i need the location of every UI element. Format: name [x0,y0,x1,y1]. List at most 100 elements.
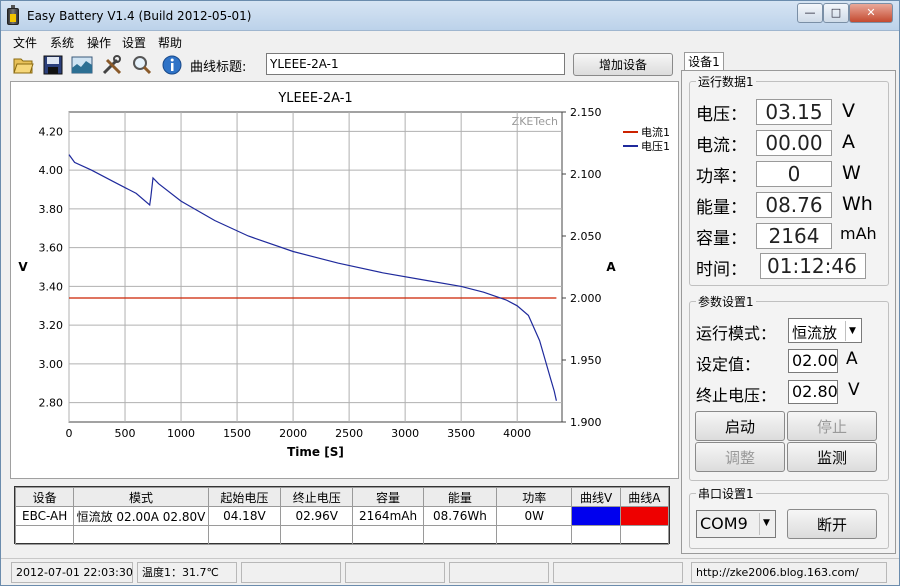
folder-open-icon[interactable] [12,54,34,76]
y2-axis-label: A [606,260,616,274]
x-tick-label: 0 [66,427,73,440]
cell-start-voltage: 04.18V [207,506,282,526]
status-empty-4 [553,562,683,583]
y2-tick-label: 2.150 [570,106,602,119]
energy-label: 能量： [696,198,747,218]
chart-icon[interactable] [71,54,93,76]
dropdown-arrow-icon: ▼ [845,321,859,341]
chart-area: YLEEE-2A-1 ZKETech 0 500 1000 1500 2000 2500 300… [10,81,679,479]
y-tick-label: 3.40 [39,280,64,293]
x-tick-label: 2500 [335,427,363,440]
col-curve-a: 曲线A [619,487,670,507]
adjust-button[interactable]: 调整 [695,442,785,472]
run-mode-label: 运行模式： [696,324,777,343]
tab-device-1[interactable]: 设备1 [684,52,724,71]
cell-device: EBC-AH [14,506,75,526]
col-energy: 能量 [422,487,498,507]
col-end-voltage: 终止电压 [280,487,354,507]
curve-v-color-swatch[interactable] [571,506,621,526]
add-device-button[interactable]: 增加设备 [573,53,673,76]
x-tick-label: 1000 [167,427,195,440]
col-mode: 模式 [73,487,209,507]
x-tick-label: 2000 [279,427,307,440]
app-window: Easy Battery V1.4 (Build 2012-05-01) — □… [0,0,900,586]
power-unit: W [842,162,861,184]
capacity-value: 2164 [756,223,832,249]
cell-energy: 08.76Wh [422,506,498,526]
y2-tick-label: 2.050 [570,230,602,243]
y-tick-label: 3.80 [39,203,64,216]
tools-icon[interactable] [101,54,123,76]
disconnect-button[interactable]: 断开 [787,509,877,539]
x-tick-label: 4000 [503,427,531,440]
plot-area [68,111,563,423]
y-tick-label: 4.20 [39,125,64,138]
title-bar: Easy Battery V1.4 (Build 2012-05-01) — □… [1,1,899,31]
run-mode-value: 恒流放 [792,324,838,342]
cell-power: 0W [496,506,573,526]
set-value-unit: A [846,349,858,369]
table-row[interactable]: EBC-AH 恒流放 02.00A 02.80V 04.18V 02.96V 2… [14,506,670,526]
com-port-value: COM9 [700,514,748,533]
current-value: 00.00 [756,130,832,156]
voltage-current-chart: YLEEE-2A-1 ZKETech 0 500 1000 1500 2000 2500 300… [18,91,670,459]
monitor-button[interactable]: 监测 [787,442,877,472]
serial-settings-group: 串口设置1 COM9 ▼ 断开 [689,485,889,549]
set-value-input[interactable]: 02.00 [788,349,838,373]
dropdown-arrow-icon: ▼ [759,513,773,535]
window-title: Easy Battery V1.4 (Build 2012-05-01) [27,9,252,23]
save-icon[interactable] [42,54,64,76]
param-settings-title: 参数设置1 [696,293,756,310]
menu-settings[interactable]: 设置 [122,34,146,51]
capacity-label: 容量： [696,229,747,249]
x-tick-label: 3500 [447,427,475,440]
minimize-button[interactable]: — [797,3,823,23]
stop-voltage-input[interactable]: 02.80 [788,380,838,404]
capacity-unit: mAh [840,224,877,243]
power-value: 0 [756,161,832,187]
time-value: 01:12:46 [760,253,866,279]
start-button[interactable]: 启动 [695,411,785,441]
menu-file[interactable]: 文件 [13,34,37,51]
voltage-unit: V [842,100,855,122]
status-url[interactable]: http://zke2006.blog.163.com/ [691,562,887,583]
y2-tick-label: 2.000 [570,292,602,305]
menu-operate[interactable]: 操作 [87,34,111,51]
close-button[interactable]: ✕ [849,3,893,23]
table-row-empty [14,525,670,545]
curve-a-color-swatch[interactable] [619,506,670,526]
cell-end-voltage: 02.96V [280,506,354,526]
time-label: 时间： [696,260,747,280]
stop-voltage-unit: V [848,380,860,400]
status-temperature: 温度1：31.7℃ [137,562,237,583]
stop-button[interactable]: 停止 [787,411,877,441]
run-data-title: 运行数据1 [696,73,756,90]
cell-mode: 恒流放 02.00A 02.80V [73,506,209,526]
chart-title: YLEEE-2A-1 [277,91,352,106]
run-mode-select[interactable]: 恒流放 ▼ [788,318,862,343]
set-value-label: 设定值： [696,355,761,374]
menu-bar: 文件 系统 操作 设置 帮助 [1,31,899,51]
cell-capacity: 2164mAh [352,506,424,526]
device-table: 设备 模式 起始电压 终止电压 容量 能量 功率 曲线V 曲线A EBC-AH … [14,486,670,545]
menu-help[interactable]: 帮助 [158,34,182,51]
y2-tick-label: 1.950 [570,354,602,367]
y-tick-label: 2.80 [39,397,64,410]
status-datetime: 2012-07-01 22:03:30 [11,562,133,583]
menu-system[interactable]: 系统 [50,34,74,51]
device-panel: 运行数据1 电压： 03.15 V 电流： 00.00 A 功率： 0 W 能量… [681,70,896,554]
com-port-select[interactable]: COM9 ▼ [696,510,776,538]
energy-unit: Wh [842,193,873,215]
y-tick-label: 3.60 [39,242,64,255]
col-power: 功率 [496,487,573,507]
x-axis-label: Time [S] [287,445,344,459]
status-empty-1 [241,562,341,583]
info-icon[interactable] [161,54,183,76]
curve-title-input[interactable] [266,53,565,75]
status-bar: 2012-07-01 22:03:30 温度1：31.7℃ http://zke… [1,558,899,585]
col-start-voltage: 起始电压 [207,487,282,507]
y2-tick-label: 1.900 [570,416,602,429]
magnifier-icon[interactable] [131,54,153,76]
maximize-button[interactable]: □ [823,3,849,23]
status-empty-3 [449,562,549,583]
